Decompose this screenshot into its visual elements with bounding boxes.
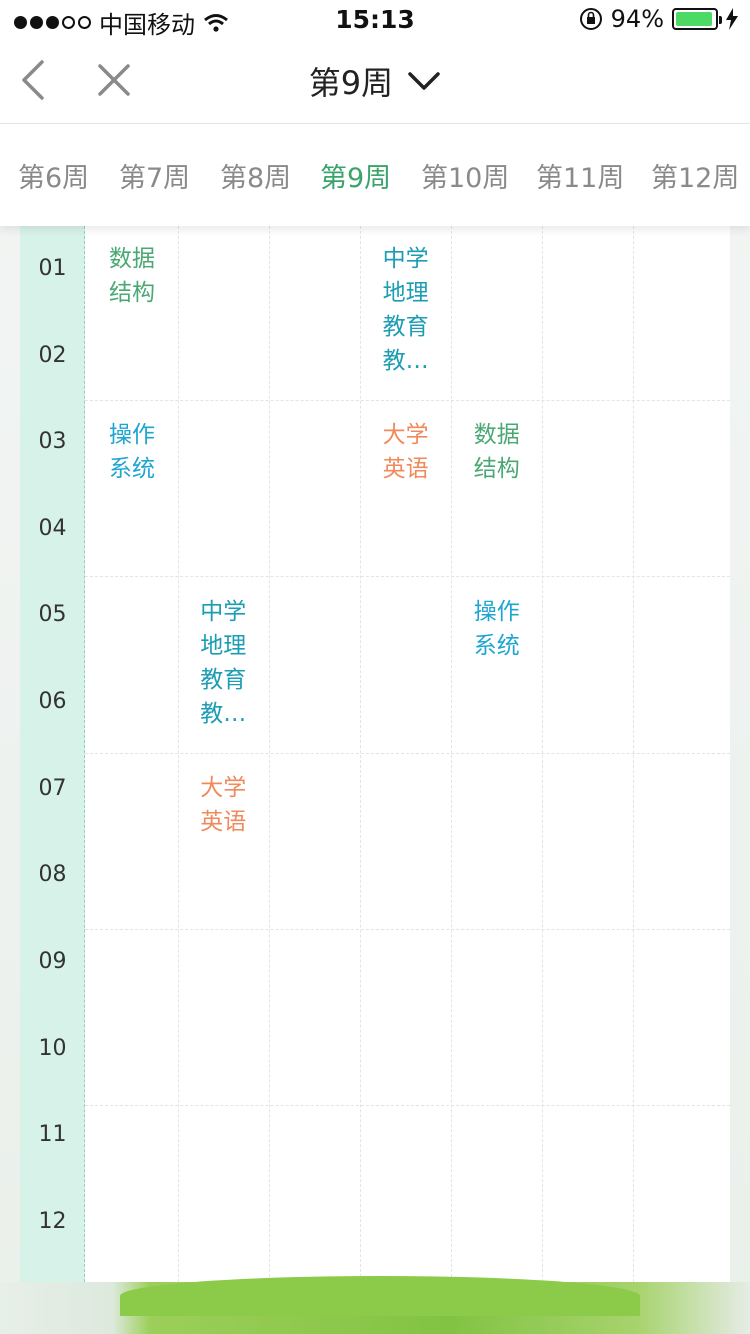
week-tab[interactable]: 第8周 — [220, 156, 291, 195]
charging-bolt-icon — [726, 8, 738, 30]
orientation-lock-icon — [579, 8, 602, 30]
status-bar: 中国移动 15:13 94% — [0, 0, 750, 40]
period-number: 03 — [38, 429, 67, 454]
grid-line — [85, 1105, 730, 1106]
course-block[interactable]: 操作 系统 — [109, 418, 169, 486]
course-block[interactable]: 中学 地理 教育 教… — [383, 242, 443, 378]
course-block[interactable]: 大学 英语 — [200, 771, 260, 839]
period-number: 01 — [38, 256, 67, 281]
battery-fill — [676, 12, 712, 26]
decorative-landscape — [0, 1276, 750, 1334]
period-number: 04 — [38, 516, 67, 541]
battery-percent: 94% — [610, 5, 664, 33]
week-title-dropdown[interactable]: 第9周 — [0, 58, 750, 104]
battery-icon — [672, 8, 722, 30]
grid-line — [542, 226, 543, 1282]
period-number: 11 — [38, 1122, 67, 1147]
period-number: 10 — [38, 1036, 67, 1061]
grid-line — [85, 929, 730, 930]
schedule-grid: 数据 结构 中学 地理 教育 教… 操作 系统 大学 英语 数据 结构 中学 地理 教育 … — [85, 226, 730, 1282]
week-tab[interactable]: 第6周 — [18, 156, 89, 195]
week-tab[interactable]: 第12周 — [651, 156, 739, 195]
status-right: 94% — [579, 5, 738, 33]
grid-line — [451, 226, 452, 1282]
period-number: 09 — [38, 949, 67, 974]
period-number: 08 — [38, 862, 67, 887]
grid-line — [269, 226, 270, 1282]
period-number: 05 — [38, 602, 67, 627]
grid-line — [178, 226, 179, 1282]
course-block[interactable]: 操作 系统 — [474, 595, 534, 663]
week-tab[interactable]: 第11周 — [536, 156, 624, 195]
week-tab[interactable]: 第10周 — [421, 156, 509, 195]
grid-line — [85, 576, 730, 577]
period-number: 02 — [38, 343, 67, 368]
grid-line — [360, 226, 361, 1282]
course-block[interactable]: 数据 结构 — [474, 418, 534, 486]
period-number: 07 — [38, 776, 67, 801]
grid-line — [85, 753, 730, 754]
period-number: 06 — [38, 689, 67, 714]
navigation-bar: 第9周 — [0, 40, 750, 124]
period-rail: 01 02 03 04 05 06 07 08 09 10 11 12 — [20, 226, 85, 1282]
week-selector: 第6周 第7周 第8周 第9周 第10周 第11周 第12周 — [0, 124, 750, 226]
timetable-screen: { "status_bar": { "carrier": "中国移动", "ti… — [0, 0, 750, 1334]
grass-hill-decoration — [120, 1276, 640, 1316]
course-block[interactable]: 大学 英语 — [383, 418, 443, 486]
page-title: 第9周 — [308, 64, 394, 102]
week-tab-active[interactable]: 第9周 — [320, 156, 391, 195]
schedule-table: 01 02 03 04 05 06 07 08 09 10 11 12 数据 结… — [20, 226, 730, 1282]
grid-line — [633, 226, 634, 1282]
course-block[interactable]: 数据 结构 — [109, 242, 169, 310]
period-number: 12 — [38, 1209, 67, 1234]
chevron-down-icon — [408, 72, 441, 90]
course-block[interactable]: 中学 地理 教育 教… — [200, 595, 260, 731]
week-tab[interactable]: 第7周 — [119, 156, 190, 195]
grid-line — [85, 400, 730, 401]
